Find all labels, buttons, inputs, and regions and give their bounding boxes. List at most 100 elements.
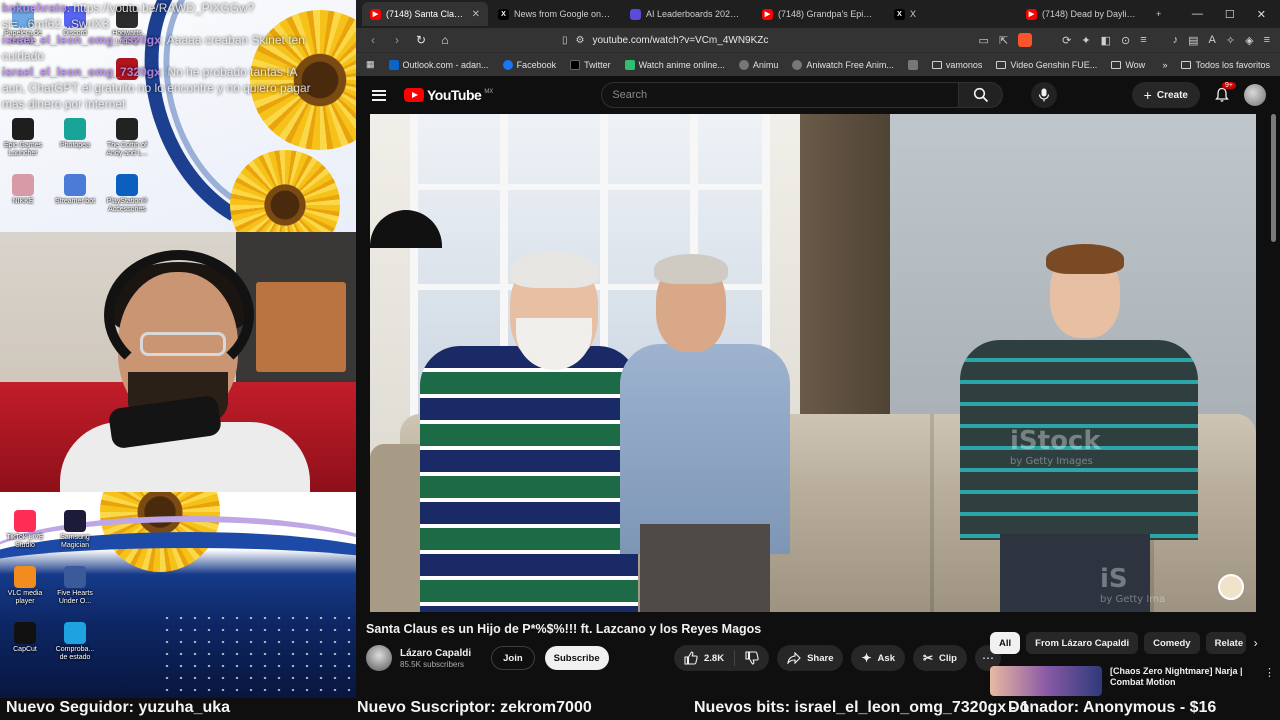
clip-button[interactable]: ✂ Clip (912, 645, 967, 671)
close-icon[interactable]: ✕ (472, 9, 480, 20)
extensions-icon[interactable]: ✦ (1081, 34, 1090, 47)
bookmark-item[interactable]: Animu (738, 59, 778, 70)
browser-tab[interactable]: ▶ (7148) Santa Claus es un Hij ✕ (362, 2, 488, 26)
bookmark-folder[interactable]: Video Genshin FUE... (996, 60, 1097, 70)
browser-tab[interactable]: AI Leaderboards 2026 - Cor (622, 2, 752, 26)
desktop-wallpaper-bottom: TikTok LIVE Studio Samsung Magician VLC … (0, 492, 356, 698)
bookmark-item[interactable]: Twitter (570, 59, 611, 70)
chat-message: israel_el_leon_omg_7320gx: Aaaaa creaban… (2, 33, 305, 63)
recommended-title[interactable]: [Chaos Zero Nightmare] Narja | Combat Mo… (1110, 666, 1256, 698)
more-vertical-icon[interactable]: ⋮ (1264, 666, 1275, 698)
reading-list-icon[interactable]: ▤ (1188, 34, 1198, 47)
streamerbot-icon (64, 174, 86, 196)
desktop-icon-coffin[interactable]: The Coffin of Andy and L... (104, 118, 150, 158)
all-bookmarks-button[interactable]: Todos los favoritos (1181, 60, 1270, 70)
browser-tab[interactable]: ▶ (7148) Dead by Daylight | S (1018, 2, 1148, 26)
cast-icon[interactable]: ▭ (979, 34, 989, 47)
notifications-button[interactable]: 9+ (1214, 82, 1236, 103)
header-actions: + Create 9+ (1131, 82, 1266, 108)
bookmark-item[interactable]: Facebook (502, 59, 556, 70)
game-icon (64, 566, 86, 588)
site-info-icon[interactable]: ⚙ (576, 35, 585, 46)
search-button[interactable] (959, 82, 1004, 108)
desktop-icon-health-check[interactable]: Comproba... de estado (52, 622, 98, 662)
search-input[interactable]: Search (601, 82, 960, 108)
aniwatch-icon (792, 59, 803, 70)
chat-username: israel_el_leon_omg_7320gx (2, 65, 161, 79)
like-button[interactable]: 2.8K (684, 651, 724, 665)
share-icon[interactable]: ⇱ (999, 34, 1008, 47)
reload-icon[interactable]: ↻ (414, 33, 428, 47)
ask-button[interactable]: ✦ Ask (851, 645, 905, 671)
browser-tab[interactable]: X X (886, 2, 1016, 26)
youtube-icon: ▶ (370, 8, 381, 20)
chip-all[interactable]: All (990, 632, 1021, 654)
brave-shields-icon[interactable] (1018, 33, 1033, 47)
browser-tab[interactable]: X News from Google on X: "Ir (490, 2, 620, 26)
scrollbar[interactable] (1271, 114, 1276, 242)
menu-icon[interactable]: ≡ (1140, 34, 1146, 46)
minimize-button[interactable]: — (1192, 8, 1203, 21)
desktop-icon-five-hearts[interactable]: Five Hearts Under O... (52, 566, 98, 606)
search-icon (973, 87, 988, 103)
channel-name[interactable]: Lázaro Capaldi (400, 648, 471, 659)
wallet-icon[interactable]: ⊙ (1121, 34, 1130, 47)
chip-related[interactable]: Relate (1205, 632, 1246, 654)
desktop-icon-photopea[interactable]: Photopea (52, 118, 98, 150)
security-icon[interactable]: ◈ (1245, 34, 1253, 47)
new-tab-button[interactable]: + (1150, 2, 1174, 26)
desktop-icon-vlc[interactable]: VLC media player (2, 566, 48, 606)
sidebar-icon[interactable]: ◧ (1101, 34, 1111, 47)
desktop-icon-epic-games[interactable]: Epic Games Launcher (0, 118, 46, 158)
tab-bar: ▶ (7148) Santa Claus es un Hij ✕ X News … (356, 0, 1280, 28)
ai-assistant-icon[interactable]: ✧ (1226, 34, 1235, 47)
bookmark-item[interactable]: Watch anime online... (624, 59, 725, 70)
bookmark-folder[interactable]: vamonos (931, 60, 982, 70)
desktop-icon-samsung-magician[interactable]: Samsung Magician (52, 510, 98, 550)
recommended-thumbnail[interactable] (990, 666, 1102, 696)
thumbs-down-icon[interactable] (745, 651, 759, 665)
back-icon[interactable]: ‹ (366, 33, 380, 47)
maximize-button[interactable]: ☐ (1225, 8, 1235, 21)
vpn-icon[interactable]: ⟳ (1062, 34, 1071, 47)
close-window-button[interactable]: ✕ (1257, 8, 1266, 21)
create-button[interactable]: + Create (1131, 82, 1200, 108)
url-field[interactable]: ▯ ⚙ youtube.com/watch?v=VCm_4WN9KZc (462, 30, 969, 50)
bookmark-item[interactable]: Aniwatch Free Anim... (792, 59, 894, 70)
chevron-right-icon[interactable]: › (1254, 636, 1258, 650)
desktop-icon-tiktok-live[interactable]: TikTok LIVE Studio (2, 510, 48, 550)
desktop-wallpaper-top: Papelera de reciclaje Discord Hogwarts L… (0, 0, 356, 232)
bookmark-item[interactable] (907, 59, 918, 70)
globe-icon (738, 59, 749, 70)
grey-trousers (640, 524, 770, 612)
recommended-video[interactable]: [Chaos Zero Nightmare] Narja | Combat Mo… (990, 666, 1280, 698)
more-menu-icon[interactable]: ≡ (1264, 34, 1270, 46)
translate-icon[interactable]: A (1209, 34, 1216, 46)
voice-search-button[interactable] (1031, 82, 1058, 108)
chip-comedy[interactable]: Comedy (1144, 632, 1200, 654)
join-button[interactable]: Join (491, 646, 535, 670)
bookmark-folder[interactable]: Wow (1111, 60, 1145, 70)
desktop-icon-playstation[interactable]: PlayStation® Accessories (104, 174, 150, 214)
desktop-icon-streamerbot[interactable]: Streamer.bot (52, 174, 98, 206)
subscribe-button[interactable]: Subscribe (544, 646, 609, 670)
forward-icon[interactable]: › (390, 33, 404, 47)
share-button[interactable]: Share (777, 645, 844, 671)
home-icon[interactable]: ⌂ (438, 33, 452, 47)
channel-avatar[interactable] (366, 645, 392, 671)
chip-from-channel[interactable]: From Lázaro Capaldi (1026, 632, 1139, 654)
channel-watermark[interactable] (1218, 574, 1244, 600)
desktop-icon-nikke[interactable]: NIKKE (0, 174, 46, 206)
more-bookmarks-button[interactable]: » (1162, 60, 1167, 70)
bookmark-item[interactable]: Outlook.com - adan... (388, 59, 489, 70)
bookmark-icon[interactable]: ▯ (562, 35, 568, 46)
hamburger-menu-icon[interactable] (372, 89, 386, 101)
account-avatar[interactable] (1244, 84, 1266, 106)
youtube-logo[interactable]: YouTube MX (404, 87, 493, 103)
apps-grid-icon[interactable]: ▦ (366, 59, 375, 70)
browser-tab[interactable]: ▶ (7148) Grandpa's Epic Spec (754, 2, 884, 26)
video-player[interactable]: iStock by Getty Images iS by Getty Ima (370, 114, 1256, 612)
wallpaper-stars (160, 612, 356, 698)
desktop-icon-capcut[interactable]: CapCut (2, 622, 48, 654)
music-icon[interactable]: ♪ (1173, 34, 1179, 46)
